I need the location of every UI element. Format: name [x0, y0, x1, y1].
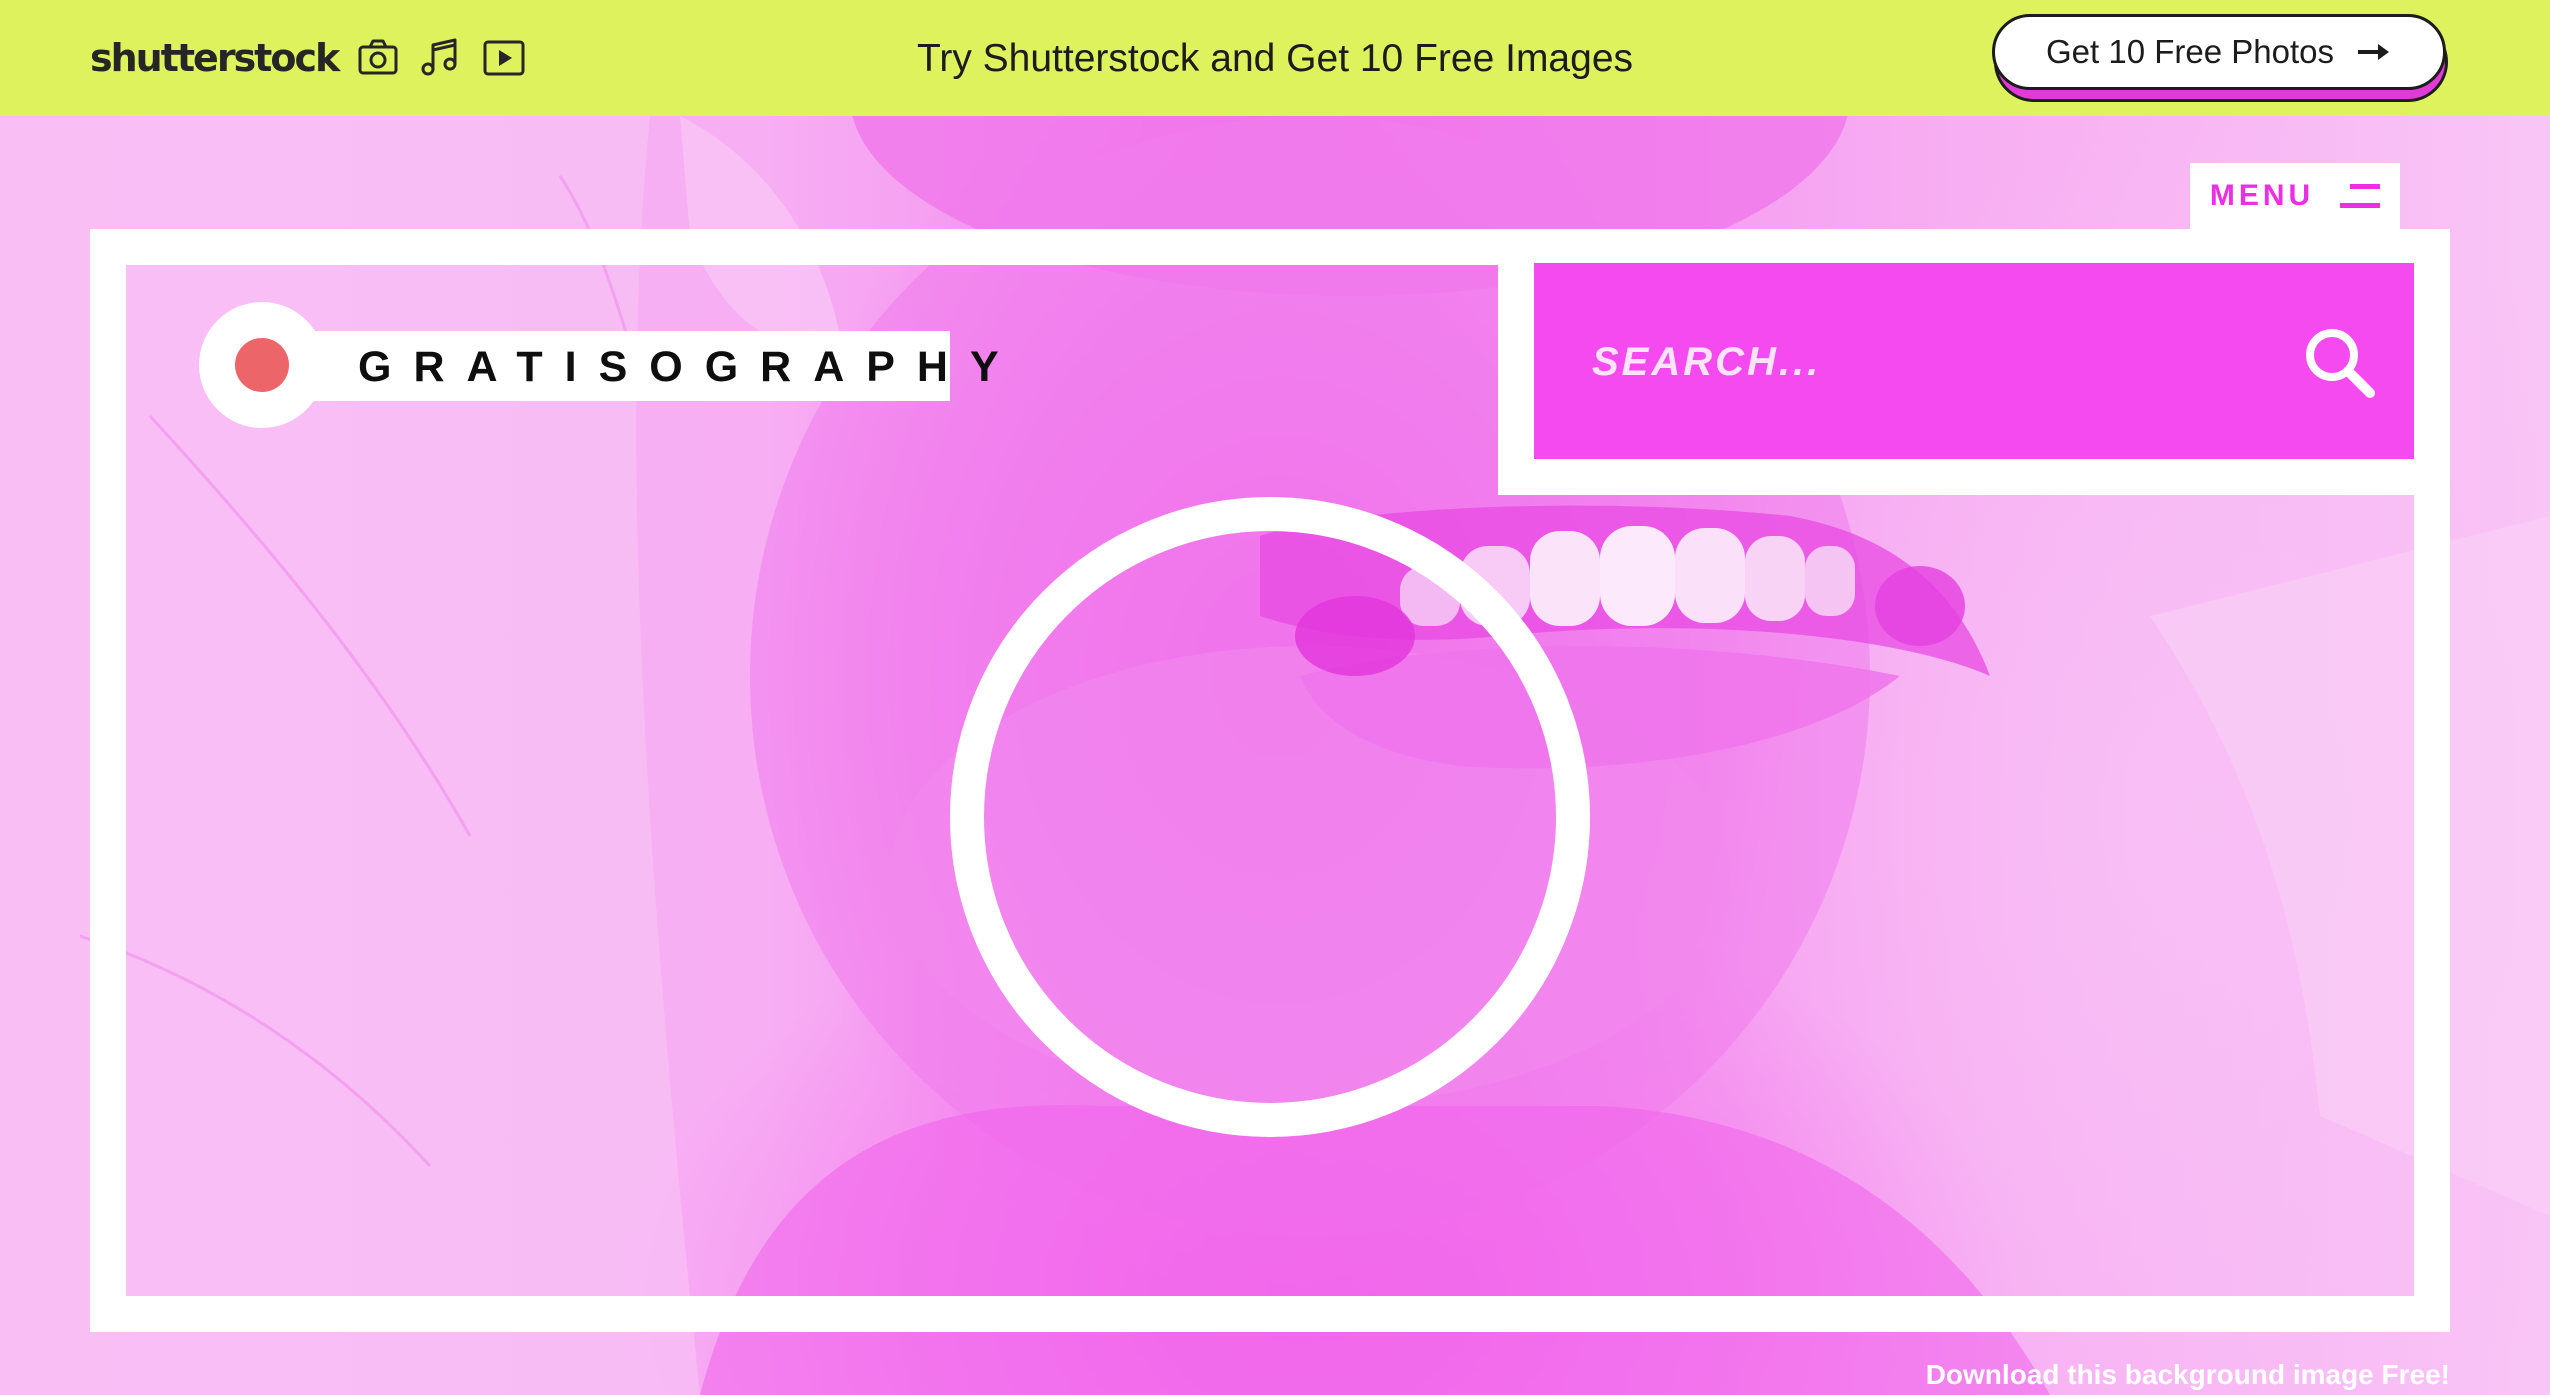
decorative-ring	[950, 497, 1590, 1137]
shutterstock-logo[interactable]: shutterstock	[90, 34, 340, 82]
video-play-icon[interactable]	[482, 36, 526, 80]
search-box	[1534, 263, 2414, 459]
download-background-link[interactable]: Download this background image Free!	[1926, 1359, 2450, 1391]
cta-label: Get 10 Free Photos	[2046, 33, 2334, 70]
search-input[interactable]	[1590, 321, 2274, 403]
promo-bar: shutterstock Try Shutterstock and Get 10…	[0, 0, 2550, 116]
search-icon[interactable]	[2300, 323, 2380, 403]
search-panel	[1498, 263, 2414, 495]
menu-button[interactable]: MENU	[2190, 163, 2400, 229]
menu-label: MENU	[2209, 179, 2315, 212]
arrow-right-icon	[2358, 44, 2389, 60]
brand-name[interactable]: GRATISOGRAPHY	[358, 331, 1021, 401]
hamburger-icon	[2340, 184, 2381, 208]
camera-icon[interactable]	[356, 36, 400, 80]
get-free-photos-button[interactable]: Get 10 Free Photos	[1992, 14, 2446, 90]
brand-logo-dot	[235, 338, 289, 392]
music-note-icon[interactable]	[418, 36, 462, 80]
